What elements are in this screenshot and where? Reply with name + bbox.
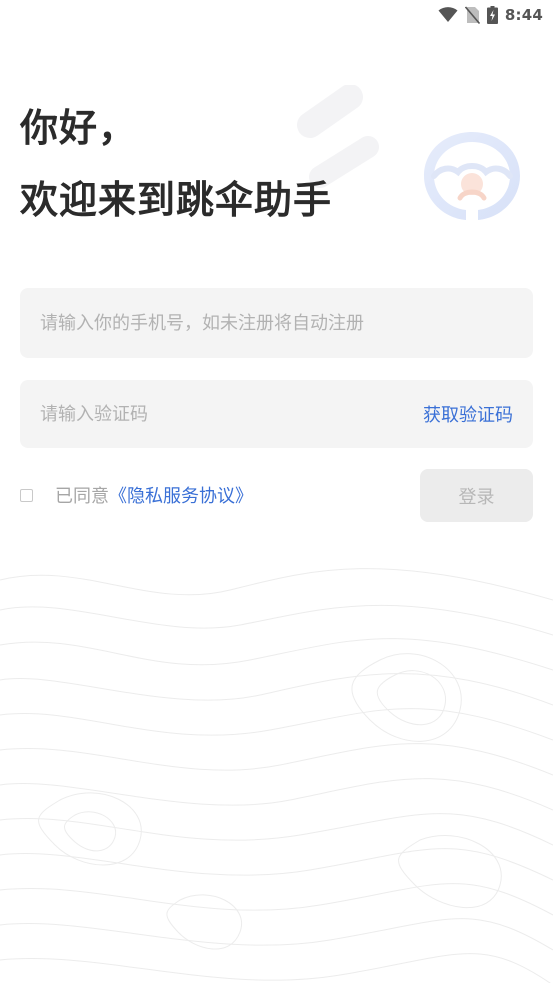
- login-screen: 8:44 你好， 欢迎来到跳伞助手 获取验证码 已同意《隐私服务协议》: [0, 0, 553, 983]
- topographic-background: [0, 568, 553, 983]
- privacy-agreement-link[interactable]: 《隐私服务协议》: [109, 482, 253, 508]
- agreement-checkbox[interactable]: [20, 488, 33, 502]
- verification-code-input[interactable]: [20, 380, 400, 448]
- battery-charging-icon: [486, 6, 498, 24]
- welcome-title: 欢迎来到跳伞助手: [20, 178, 333, 222]
- greeting-title: 你好，: [20, 106, 138, 150]
- get-code-button[interactable]: 获取验证码: [423, 380, 513, 448]
- no-sim-icon: [464, 6, 480, 24]
- login-button[interactable]: 登录: [420, 469, 533, 522]
- agreement-row: 已同意 《隐私服务协议》: [20, 480, 253, 510]
- phone-input[interactable]: [20, 288, 533, 358]
- status-bar: 8:44: [0, 0, 553, 30]
- agreement-prefix: 已同意: [55, 486, 109, 507]
- status-time: 8:44: [504, 6, 543, 24]
- wifi-icon: [438, 7, 458, 23]
- verification-code-field: 获取验证码: [20, 380, 533, 448]
- phone-field: [20, 288, 533, 358]
- parachute-logo-icon: [424, 132, 520, 220]
